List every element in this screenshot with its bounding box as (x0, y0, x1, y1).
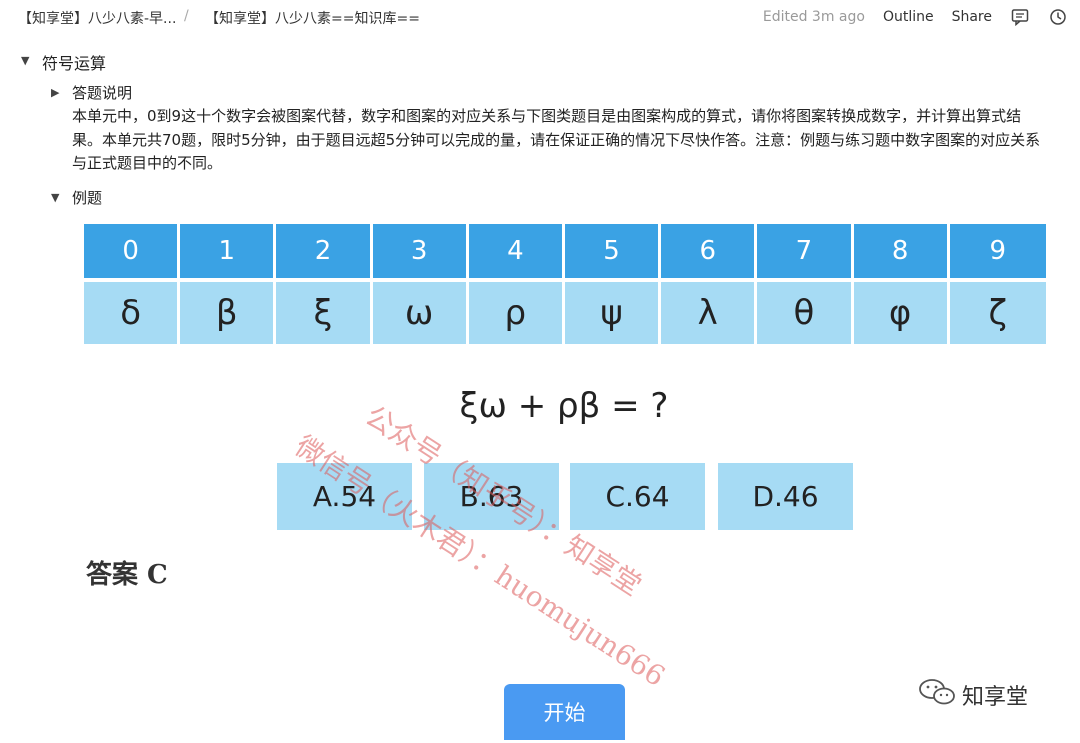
breadcrumb-current[interactable]: 【知享堂】八少八素==知识库== (205, 8, 420, 28)
symbol-cell: ω (372, 282, 469, 344)
symbol-cell: β (180, 282, 277, 344)
digit-cell: 2 (276, 224, 373, 278)
outline-button[interactable]: Outline (883, 9, 934, 25)
brand-logo: 知享堂 (918, 678, 1028, 712)
digit-cell: 0 (84, 224, 181, 278)
symbol-cell: δ (84, 282, 181, 344)
digit-cell: 3 (372, 224, 469, 278)
digit-cell: 1 (180, 224, 277, 278)
answer-text: 答案 C (86, 560, 168, 590)
expand-toggle-icon[interactable]: ▶ (51, 86, 59, 99)
symbol-cell: ξ (276, 282, 373, 344)
collapse-toggle-icon[interactable]: ▼ (21, 54, 29, 67)
option-b-button[interactable]: B.63 (424, 463, 559, 530)
symbol-mapping-table: 0 1 2 3 4 5 6 7 8 9 δ β ξ ω ρ ψ λ θ φ ζ (84, 224, 1046, 344)
symbol-cell: ζ (949, 282, 1046, 344)
question-equation: ξω + ρβ = ? (459, 386, 669, 426)
digit-cell: 8 (853, 224, 950, 278)
symbol-row: δ β ξ ω ρ ψ λ θ φ ζ (84, 282, 1046, 344)
symbol-cell: φ (853, 282, 950, 344)
digit-cell: 9 (949, 224, 1046, 278)
breadcrumb-parent[interactable]: 【知享堂】八少八素-早... (18, 8, 176, 28)
history-icon[interactable] (1048, 7, 1068, 27)
share-button[interactable]: Share (952, 9, 992, 25)
edited-status: Edited 3m ago (762, 9, 865, 25)
start-button[interactable]: 开始 (504, 684, 625, 740)
brand-name: 知享堂 (962, 685, 1029, 710)
section-title: 符号运算 (42, 54, 107, 73)
digit-cell: 4 (468, 224, 565, 278)
collapse-toggle-icon[interactable]: ▼ (51, 191, 59, 204)
option-a-button[interactable]: A.54 (277, 463, 412, 530)
example-heading: 例题 (72, 189, 103, 207)
symbol-cell: ψ (564, 282, 662, 344)
digit-cell: 5 (564, 224, 662, 278)
option-d-button[interactable]: D.46 (718, 463, 853, 530)
instructions-heading: 答题说明 (72, 84, 133, 102)
symbol-cell: ρ (468, 282, 565, 344)
digit-row: 0 1 2 3 4 5 6 7 8 9 (84, 224, 1046, 278)
comment-icon[interactable] (1010, 7, 1030, 27)
top-actions: Edited 3m ago Outline Share (763, 7, 1068, 27)
symbol-cell: θ (757, 282, 854, 344)
symbol-cell: λ (661, 282, 758, 344)
option-c-button[interactable]: C.64 (570, 463, 705, 530)
breadcrumb-separator: / (184, 8, 189, 24)
digit-cell: 6 (661, 224, 758, 278)
top-bar: 【知享堂】八少八素-早... / 【知享堂】八少八素==知识库== Edited… (0, 0, 1080, 34)
wechat-icon (918, 678, 956, 712)
digit-cell: 7 (757, 224, 854, 278)
instructions-text: 本单元中，0到9这十个数字会被图案代替，数字和图案的对应关系与下图类题目是由图案… (72, 107, 1041, 172)
